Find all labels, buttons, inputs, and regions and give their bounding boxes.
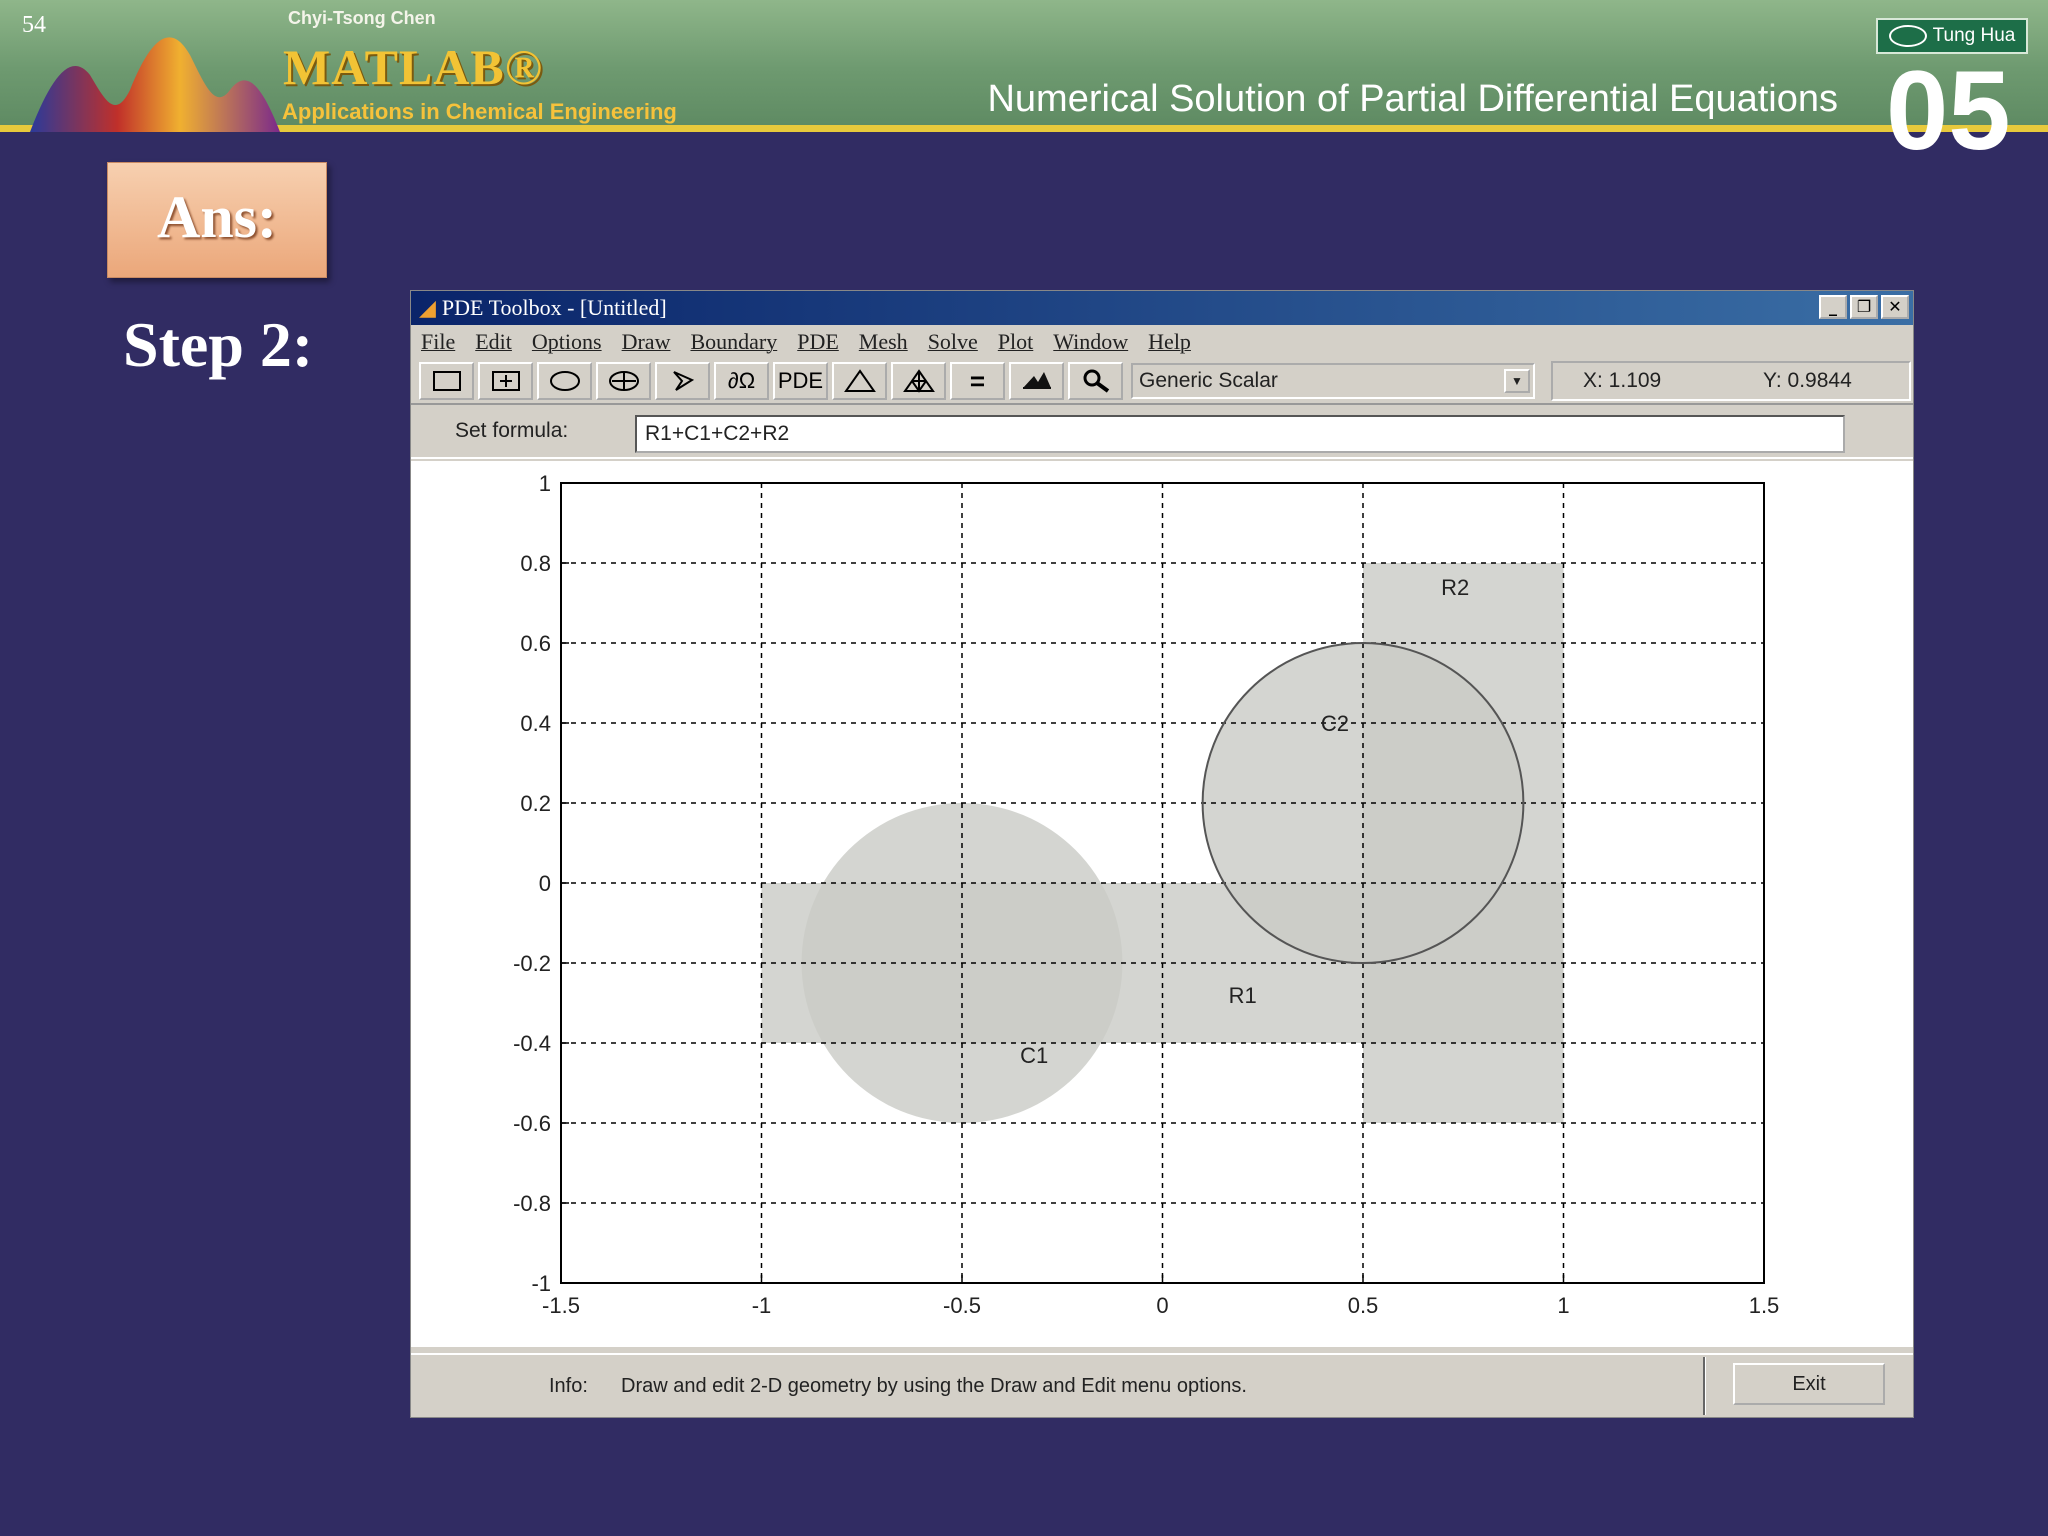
rectangle-icon: [432, 371, 461, 391]
boundary-mode-button[interactable]: ∂Ω: [714, 362, 769, 400]
zoom-button[interactable]: [1068, 362, 1123, 400]
init-mesh-button[interactable]: [832, 362, 887, 400]
x-tick-label: 0.5: [1348, 1293, 1379, 1318]
x-tick-label: -1.5: [542, 1293, 580, 1318]
shape-label-r2: R2: [1441, 575, 1469, 600]
matlab-app-icon: ◢: [419, 295, 436, 320]
shape-label-r1: R1: [1229, 983, 1257, 1008]
minimize-button[interactable]: _: [1819, 295, 1847, 319]
pde-spec-button[interactable]: PDE: [773, 362, 828, 400]
menu-window[interactable]: Window: [1053, 329, 1128, 355]
y-tick-label: 0.6: [520, 631, 551, 656]
matlab-peaks-logo: [30, 37, 280, 132]
solve-button[interactable]: =: [950, 362, 1005, 400]
pde-spec-icon: PDE: [777, 368, 824, 393]
x-tick-label: 1.5: [1749, 1293, 1780, 1318]
close-button[interactable]: ✕: [1881, 295, 1909, 319]
toolbar: ∂Ω PDE = Generic Scalar ▼: [415, 361, 1605, 401]
formula-row: Set formula: R1+C1+C2+R2: [411, 403, 1913, 459]
menu-help[interactable]: Help: [1148, 329, 1191, 355]
centered-rectangle-tool-button[interactable]: [478, 362, 533, 400]
ans-label: Ans:: [107, 162, 327, 278]
y-tick-label: 1: [539, 471, 551, 496]
menu-file[interactable]: File: [421, 329, 455, 355]
window-titlebar[interactable]: ◢ PDE Toolbox - [Untitled] _ ❐ ✕: [411, 291, 1913, 325]
status-divider: [1703, 1357, 1706, 1415]
ellipse-tool-button[interactable]: [537, 362, 592, 400]
refine-mesh-icon: [902, 369, 935, 393]
step-heading: Step 2:: [123, 309, 314, 380]
window-title: PDE Toolbox - [Untitled]: [441, 295, 667, 320]
book-subtitle: Applications in Chemical Engineering: [282, 99, 677, 124]
status-bar: Info: Draw and edit 2-D geometry by usin…: [411, 1353, 1913, 1417]
y-tick-label: 0.8: [520, 551, 551, 576]
menu-pde[interactable]: PDE: [797, 329, 839, 355]
zoom-icon: [1083, 369, 1109, 393]
menu-options[interactable]: Options: [532, 329, 602, 355]
x-tick-label: -0.5: [943, 1293, 981, 1318]
menu-boundary[interactable]: Boundary: [690, 329, 777, 355]
chapter-title: Numerical Solution of Partial Differenti…: [987, 78, 1838, 120]
menu-mesh[interactable]: Mesh: [859, 329, 908, 355]
solve-equals-icon: =: [969, 365, 986, 396]
slide-banner: 54 Chyi-Tsong Chen MATLAB® Applications …: [0, 0, 2048, 132]
y-tick-label: -0.8: [513, 1191, 551, 1216]
polygon-tool-button[interactable]: [655, 362, 710, 400]
y-tick-label: -1: [531, 1271, 551, 1296]
publisher-emblem-icon: [1888, 25, 1927, 47]
publisher-name: Tung Hua: [1932, 25, 2016, 46]
cursor-coordinates: X: 1.109 Y: 0.9844: [1551, 361, 1911, 401]
shape-r2: [1363, 563, 1564, 1123]
plot-3d-icon: [1022, 372, 1051, 389]
refine-mesh-button[interactable]: [891, 362, 946, 400]
menu-edit[interactable]: Edit: [475, 329, 512, 355]
x-tick-label: -1: [752, 1293, 772, 1318]
menu-solve[interactable]: Solve: [928, 329, 978, 355]
cursor-x-readout: X: 1.109: [1583, 369, 1662, 392]
y-tick-label: -0.6: [513, 1111, 551, 1136]
pde-toolbox-window: ◢ PDE Toolbox - [Untitled] _ ❐ ✕ File Ed…: [410, 290, 1914, 1418]
menu-bar: File Edit Options Draw Boundary PDE Mesh…: [411, 325, 1913, 359]
cursor-y-readout: Y: 0.9844: [1763, 369, 1852, 392]
shape-label-c2: C2: [1321, 711, 1349, 736]
restore-button[interactable]: ❐: [1850, 295, 1878, 319]
info-label: Info:: [549, 1375, 588, 1397]
geometry-plot-area[interactable]: -1.5 -1 -0.5 0 0.5 1 1.5 -1 -0.8 -0.6 -0.4 -0.2 0 0.2…: [411, 461, 1913, 1347]
x-tick-label: 0: [1156, 1293, 1168, 1318]
centered-rectangle-icon: [491, 371, 520, 391]
centered-ellipse-tool-button[interactable]: [596, 362, 651, 400]
chevron-down-icon[interactable]: ▼: [1504, 369, 1530, 393]
y-tick-label: 0.2: [520, 791, 551, 816]
ellipse-icon: [549, 371, 580, 391]
chapter-number: 05: [1886, 48, 2011, 173]
geometry-chart[interactable]: -1.5 -1 -0.5 0 0.5 1 1.5-1-0.8-0.6-0.4-0.200.2…: [411, 461, 1913, 1347]
set-formula-label: Set formula:: [455, 419, 569, 442]
info-text: Draw and edit 2-D geometry by using the …: [621, 1375, 1247, 1397]
triangle-mesh-icon: [843, 369, 876, 392]
y-tick-label: 0.4: [520, 711, 551, 736]
rectangle-tool-button[interactable]: [419, 362, 474, 400]
centered-ellipse-icon: [608, 371, 639, 391]
y-tick-label: -0.2: [513, 951, 551, 976]
shape-label-c1: C1: [1020, 1043, 1048, 1068]
page-number: 54: [22, 12, 46, 38]
y-tick-label: -0.4: [513, 1031, 551, 1056]
polygon-icon: [672, 371, 694, 391]
matlab-logo-text: MATLAB®: [283, 39, 544, 95]
exit-button[interactable]: Exit: [1733, 1363, 1885, 1405]
boundary-mode-icon: ∂Ω: [727, 368, 756, 393]
application-mode-value: Generic Scalar: [1139, 369, 1278, 392]
menu-draw[interactable]: Draw: [622, 329, 671, 355]
y-tick-label: 0: [539, 871, 551, 896]
application-mode-select[interactable]: Generic Scalar ▼: [1131, 363, 1535, 399]
plot-button[interactable]: [1009, 362, 1064, 400]
x-tick-label: 1: [1557, 1293, 1569, 1318]
author-name: Chyi-Tsong Chen: [288, 8, 436, 28]
set-formula-input[interactable]: R1+C1+C2+R2: [635, 415, 1845, 453]
menu-plot[interactable]: Plot: [998, 329, 1033, 355]
